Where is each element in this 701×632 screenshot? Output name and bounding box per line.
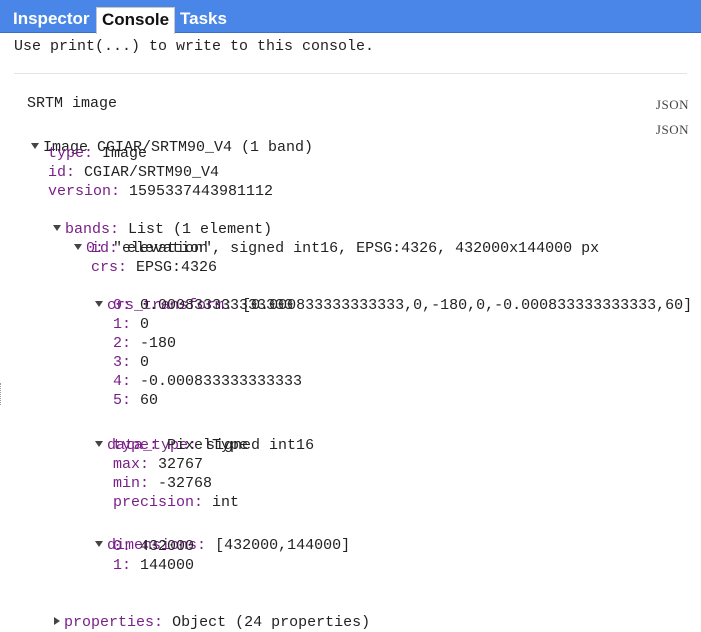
data-type-max-row: max: 32767	[113, 456, 204, 473]
crs-transform-item: 3: 0	[113, 354, 150, 371]
crs-transform-item: 1: 0	[113, 316, 150, 333]
resize-handle[interactable]	[0, 383, 4, 405]
tab-inspector[interactable]: Inspector	[8, 7, 95, 31]
collapse-triangle-icon[interactable]	[95, 301, 104, 308]
data-type-type-row: type: PixelType	[113, 437, 249, 454]
json-button-image[interactable]: JSON	[656, 122, 689, 138]
collapse-triangle-icon[interactable]	[74, 244, 83, 251]
collapse-triangle-icon[interactable]	[31, 143, 40, 150]
crs-transform-item: 2: -180	[113, 335, 177, 352]
console-hint: Use print(...) to write to this console.	[14, 38, 375, 55]
json-button-srtm[interactable]: JSON	[656, 97, 689, 113]
collapse-triangle-icon[interactable]	[95, 441, 104, 448]
image-version-row: version: 1595337443981112	[48, 183, 274, 200]
dimensions-item: 0: 432000	[113, 538, 195, 555]
crs-transform-item: 0: 0.000833333333333	[113, 297, 294, 314]
image-type-row: type: Image	[48, 145, 148, 162]
dimensions-item: 1: 144000	[113, 557, 195, 574]
panel-tab-bar: Inspector Console Tasks	[0, 0, 701, 34]
crs-transform-item: 5: 60	[113, 392, 159, 409]
band-id-row: id: elevation	[91, 240, 209, 257]
data-type-min-row: min: -32768	[113, 475, 213, 492]
collapse-triangle-icon[interactable]	[95, 541, 104, 548]
divider	[14, 73, 687, 74]
expand-triangle-icon[interactable]	[54, 617, 61, 626]
tab-tasks[interactable]: Tasks	[175, 7, 232, 31]
image-id-row: id: CGIAR/SRTM90_V4	[48, 164, 220, 181]
srtm-label: SRTM image	[27, 95, 118, 112]
crs-transform-item: 4: -0.000833333333333	[113, 373, 303, 390]
data-type-precision-row: precision: int	[113, 494, 240, 511]
properties-row[interactable]: properties: Object (24 properties)	[36, 594, 370, 632]
tab-console[interactable]: Console	[96, 7, 176, 34]
band-crs-row: crs: EPSG:4326	[91, 259, 218, 276]
